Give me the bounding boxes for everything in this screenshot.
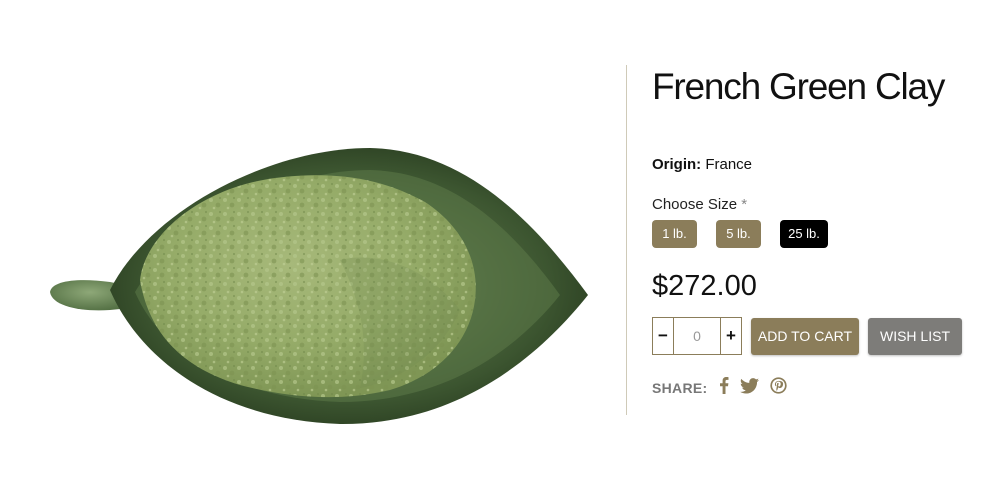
origin-value: France: [705, 156, 753, 173]
choose-size-label: Choose Size *: [652, 196, 747, 213]
quantity-input[interactable]: 0: [673, 318, 721, 354]
size-option-1lb[interactable]: 1 lb.: [652, 220, 697, 248]
share-label: SHARE:: [652, 380, 708, 396]
product-title: French Green Clay: [652, 66, 945, 107]
product-price: $272.00: [652, 270, 757, 302]
vertical-divider: [626, 65, 627, 415]
size-option-5lb[interactable]: 5 lb.: [716, 220, 761, 248]
facebook-icon[interactable]: [719, 377, 729, 399]
add-to-cart-button[interactable]: ADD TO CART: [751, 318, 859, 355]
twitter-icon[interactable]: [740, 377, 760, 399]
quantity-decrement-button[interactable]: −: [653, 318, 673, 354]
origin-label: Origin:: [652, 156, 702, 173]
share-row: SHARE:: [652, 377, 798, 399]
origin-line: Origin: France: [652, 156, 752, 173]
size-label-text: Choose Size: [652, 196, 738, 213]
required-asterisk: *: [741, 196, 748, 213]
product-image: [50, 148, 588, 425]
wish-list-button[interactable]: WISH LIST: [868, 318, 962, 355]
pinterest-icon[interactable]: [770, 377, 788, 399]
size-option-25lb[interactable]: 25 lb.: [780, 220, 828, 248]
quantity-increment-button[interactable]: +: [721, 318, 741, 354]
quantity-stepper: − 0 +: [652, 317, 742, 355]
